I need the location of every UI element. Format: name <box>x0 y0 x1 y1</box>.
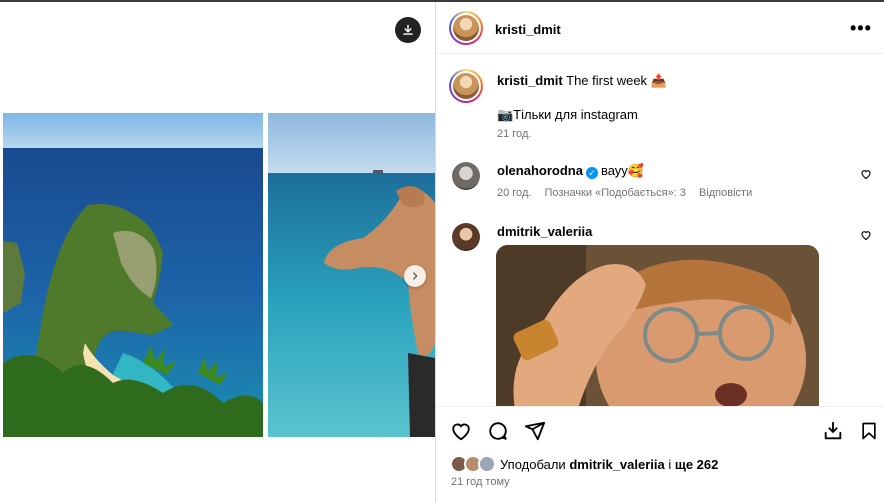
caption-line2: 📷Тільки для instagram <box>497 107 638 122</box>
comments-list[interactable]: kristi_dmit The first week 📤 📷Тільки для… <box>436 55 884 406</box>
bookmark-icon <box>862 422 876 440</box>
next-slide-button[interactable] <box>404 265 426 287</box>
comment-gif[interactable] <box>496 245 819 406</box>
chevron-right-icon <box>413 272 418 280</box>
comment-like-button[interactable] <box>860 229 872 244</box>
caption-avatar[interactable] <box>449 69 483 103</box>
reply-button[interactable]: Відповісти <box>699 187 752 199</box>
caption-time: 21 год. <box>497 128 532 140</box>
heart-icon <box>861 231 871 241</box>
comment-likes-count[interactable]: Позначки «Подобається»: 3 <box>544 187 685 199</box>
comment-button[interactable] <box>487 420 509 445</box>
comment-text: вауу🥰 <box>600 163 644 178</box>
likes-username[interactable]: dmitrik_valeriia <box>569 457 664 472</box>
caption-text: kristi_dmit The first week 📤 <box>497 73 667 89</box>
bookmark-button[interactable] <box>859 420 879 445</box>
like-button[interactable] <box>450 420 472 445</box>
save-media-button[interactable] <box>822 420 844 445</box>
post-actions-bar <box>436 406 884 451</box>
more-options-icon[interactable]: ••• <box>850 19 872 37</box>
share-button[interactable] <box>524 420 546 445</box>
comment-content: olenahorodna ✓ вауу🥰 <box>497 163 644 179</box>
save-media-icon <box>824 421 842 440</box>
caption-username[interactable]: kristi_dmit <box>497 73 563 88</box>
author-username[interactable]: kristi_dmit <box>495 22 561 37</box>
commenter-avatar[interactable] <box>452 223 480 251</box>
likes-text: Уподобали dmitrik_valeriia і ще 262 <box>500 457 718 472</box>
post-side-panel: kristi_dmit ••• kristi_dmit The first we… <box>435 2 884 502</box>
commenter-username[interactable]: olenahorodna <box>497 163 583 178</box>
comment-time: 20 год. <box>497 187 532 199</box>
caption-body: The first week 📤 <box>566 73 667 88</box>
post-timestamp[interactable]: 21 год тому <box>451 476 510 488</box>
liker-avatars[interactable] <box>450 455 500 473</box>
commenter-username[interactable]: dmitrik_valeriia <box>497 224 592 239</box>
post-media-area <box>0 2 435 502</box>
comment-like-button[interactable] <box>860 168 872 183</box>
comment-icon <box>489 422 507 440</box>
likes-count[interactable]: ще 262 <box>675 457 719 472</box>
heart-icon <box>861 170 871 180</box>
photo-cliff-beach <box>3 113 263 437</box>
heart-icon <box>452 423 470 441</box>
share-icon <box>524 421 546 441</box>
likes-middle: і <box>668 457 672 472</box>
download-button[interactable] <box>395 17 421 43</box>
author-avatar[interactable] <box>449 11 483 45</box>
comment-meta: 20 год. Позначки «Подобається»: 3 Відпов… <box>497 187 762 199</box>
likes-prefix: Уподобали <box>500 457 566 472</box>
post-header: kristi_dmit ••• <box>436 2 884 54</box>
commenter-avatar[interactable] <box>452 162 480 190</box>
verified-badge-icon: ✓ <box>585 167 598 179</box>
download-icon <box>403 24 413 35</box>
